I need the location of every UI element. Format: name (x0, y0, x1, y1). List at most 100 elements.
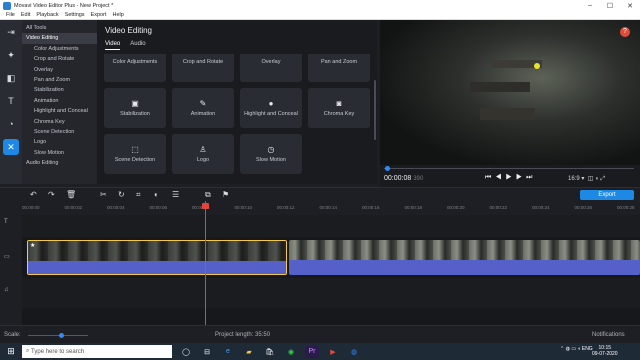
tool-color-adjustments[interactable]: Color Adjustments (22, 44, 97, 54)
seek-track[interactable] (384, 168, 634, 169)
notifications-link[interactable]: Notifications (592, 332, 625, 338)
minimize-button[interactable]: – (580, 2, 600, 9)
skip-back-icon[interactable]: ⏮ (485, 174, 495, 181)
menu-help[interactable]: Help (112, 12, 123, 18)
tool-crop-rotate[interactable]: Crop and Rotate (22, 54, 97, 64)
tile-highlight-conceal[interactable]: ● Highlight and Conceal (240, 88, 302, 128)
volume-icon[interactable]: ◖ (595, 176, 599, 182)
transitions-icon[interactable]: ◧ (3, 70, 19, 86)
title-track-icon: T (4, 219, 8, 225)
tile-crop-rotate[interactable]: Crop and Rotate (172, 54, 234, 82)
search-placeholder: Type here to search (31, 348, 85, 355)
menu-bar: File Edit Playback Settings Export Help (0, 11, 640, 20)
cut-icon[interactable]: ✂ (100, 190, 107, 199)
delete-icon[interactable]: 🗑 (66, 190, 76, 199)
scale-slider-knob[interactable] (59, 333, 64, 338)
music-lane[interactable] (22, 278, 640, 308)
file-explorer-icon[interactable]: ▰ (242, 346, 256, 358)
tab-audio[interactable]: Audio (130, 41, 145, 50)
aspect-ratio-select[interactable]: 16:9 (568, 176, 580, 182)
redo-icon[interactable]: ↷ (48, 190, 55, 199)
export-button[interactable]: Export (580, 190, 634, 200)
tool-slow-motion[interactable]: Slow Motion (22, 148, 97, 158)
filters-icon[interactable]: ✦ (3, 47, 19, 63)
tile-animation[interactable]: ✎ Animation (172, 88, 234, 128)
ruler-tick-label: 00:00:18 (404, 205, 423, 210)
seek-knob[interactable] (384, 166, 390, 171)
snapshot-icon[interactable]: ◫ (588, 176, 594, 182)
timeline-ruler[interactable]: 00:00:00 00:00:02 00:00:04 00:00:06 00:00:08… (22, 201, 640, 215)
clock-date: 09-07-2020 (592, 351, 618, 357)
titles-icon[interactable]: T (3, 93, 19, 109)
movavi-icon[interactable]: ◍ (347, 346, 361, 358)
tool-highlight-conceal[interactable]: Highlight and Conceal (22, 106, 97, 116)
video-clip-selected[interactable]: ★ (27, 240, 287, 275)
menu-file[interactable]: File (6, 12, 15, 18)
video-clip[interactable] (289, 240, 640, 275)
tile-overlay[interactable]: Overlay (240, 54, 302, 82)
step-back-icon[interactable]: ◀ (495, 174, 505, 181)
tile-chroma-key[interactable]: ◙ Chroma Key (308, 88, 370, 128)
tool-chroma-key[interactable]: Chroma Key (22, 117, 97, 127)
task-view-icon[interactable]: ◯ (179, 346, 193, 358)
media-app-icon[interactable]: ▶ (326, 346, 340, 358)
timecode: 00:00:08 390 (384, 175, 423, 182)
fullscreen-icon[interactable]: ⤢ (600, 176, 605, 182)
crop-icon[interactable]: ⌗ (136, 190, 141, 200)
tool-overlay[interactable]: Overlay (22, 65, 97, 75)
maximize-button[interactable]: ☐ (600, 2, 620, 10)
rotate-icon[interactable]: ↻ (118, 190, 125, 199)
play-icon[interactable]: ▶ (506, 174, 516, 181)
skip-forward-icon[interactable]: ⏭ (526, 174, 536, 181)
tools-icon[interactable]: ✕ (3, 139, 19, 155)
stickers-icon[interactable]: ◔ (3, 116, 19, 132)
tile-pan-zoom[interactable]: Pan and Zoom (308, 54, 370, 82)
menu-export[interactable]: Export (91, 12, 107, 18)
tile-logo[interactable]: ♙ Logo (172, 134, 234, 174)
tile-stabilization[interactable]: ▣ Stabilization (104, 88, 166, 128)
step-forward-icon[interactable]: ▶ (516, 174, 526, 181)
scene-detection-icon: ⬚ (131, 145, 139, 154)
insert-icon[interactable]: ⧉ (205, 190, 211, 200)
tab-video[interactable]: Video (105, 41, 121, 50)
tool-pan-zoom[interactable]: Pan and Zoom (22, 75, 97, 85)
timeline-tracks: ★ (22, 215, 640, 325)
tray-icons[interactable]: ⌃ ◍ ▭ ◖ (560, 346, 582, 352)
tile-scene-detection[interactable]: ⬚ Scene Detection (104, 134, 166, 174)
taskbar-search[interactable]: ⌕ Type here to search (22, 345, 172, 358)
import-icon[interactable]: ⇥ (3, 24, 19, 40)
tool-stabilization[interactable]: Stabilization (22, 85, 97, 95)
store-icon[interactable]: 🛍 (263, 346, 277, 358)
highlight-icon: ● (268, 99, 274, 108)
tile-slow-motion[interactable]: ◷ Slow Motion (240, 134, 302, 174)
undo-icon[interactable]: ↶ (30, 190, 37, 199)
properties-icon[interactable]: ☰ (172, 190, 179, 199)
video-preview[interactable] (380, 20, 640, 165)
premiere-icon[interactable]: Pr (305, 345, 319, 358)
tool-all-tools[interactable]: All Tools (22, 23, 97, 33)
playhead-line[interactable] (205, 201, 206, 325)
menu-settings[interactable]: Settings (65, 12, 85, 18)
tile-color-adjustments[interactable]: Color Adjustments (104, 54, 166, 82)
chrome-icon[interactable]: ◉ (284, 346, 298, 358)
tool-animation[interactable]: Animation (22, 96, 97, 106)
menu-playback[interactable]: Playback (36, 12, 58, 18)
marker-flag-icon[interactable]: ⚑ (222, 190, 229, 199)
close-button[interactable]: ✕ (620, 2, 640, 10)
edge-icon[interactable]: e (221, 346, 235, 358)
playhead-handle[interactable] (202, 203, 209, 209)
menu-edit[interactable]: Edit (21, 12, 30, 18)
title-lane[interactable] (22, 215, 640, 237)
multitask-icon[interactable]: ⊟ (200, 346, 214, 358)
tool-video-editing[interactable]: Video Editing (22, 33, 97, 44)
taskbar-clock[interactable]: 10:15 09-07-2020 (592, 345, 618, 357)
tool-audio-editing[interactable]: Audio Editing (22, 158, 97, 168)
ruler-tick-label: 00:00:26 (574, 205, 593, 210)
color-icon[interactable]: ◐ (154, 190, 159, 199)
tool-logo[interactable]: Logo (22, 137, 97, 147)
tool-scene-detection[interactable]: Scene Detection (22, 127, 97, 137)
scale-slider[interactable] (28, 335, 88, 336)
windows-start-icon[interactable]: ⊞ (4, 345, 18, 359)
panel-scrollbar[interactable] (374, 80, 376, 140)
help-button[interactable]: ? (620, 27, 630, 37)
